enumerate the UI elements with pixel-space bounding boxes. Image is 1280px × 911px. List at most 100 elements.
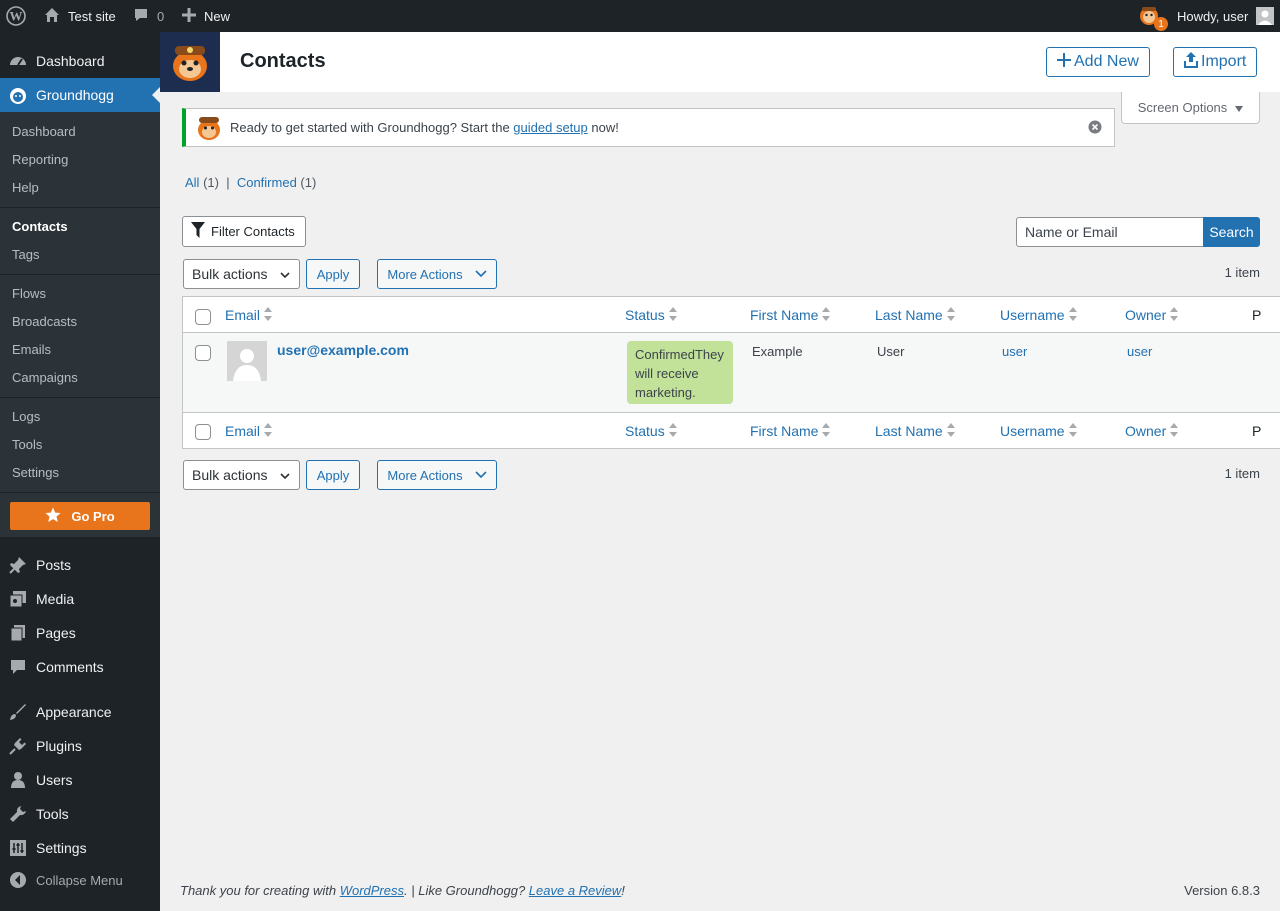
submenu-dashboard[interactable]: Dashboard: [12, 121, 76, 141]
notice-text: Ready to get started with Groundhogg? St…: [230, 120, 619, 135]
bulk-actions-label: Bulk actions: [192, 266, 268, 282]
menu-groundhogg[interactable]: Groundhogg: [0, 78, 160, 112]
username-link[interactable]: user: [1002, 344, 1027, 359]
more-actions-label: More Actions: [387, 467, 463, 483]
column-owner[interactable]: Owner: [1125, 297, 1179, 333]
submenu-divider: [0, 492, 160, 493]
menu-label: Pages: [36, 625, 76, 641]
menu-posts[interactable]: Posts: [0, 548, 160, 582]
column-owner[interactable]: Owner: [1125, 413, 1179, 448]
column-label: First Name: [750, 423, 819, 439]
menu-settings[interactable]: Settings: [0, 831, 160, 865]
submenu-emails[interactable]: Emails: [12, 339, 51, 359]
apply-button-bottom[interactable]: Apply: [306, 460, 360, 490]
submenu-broadcasts[interactable]: Broadcasts: [12, 311, 77, 331]
column-label: Status: [625, 423, 665, 439]
column-first-name[interactable]: First Name: [750, 297, 831, 333]
menu-label: Comments: [36, 659, 104, 675]
filter-contacts-button[interactable]: Filter Contacts: [182, 216, 306, 247]
submenu-flows[interactable]: Flows: [12, 283, 46, 303]
svg-text:W: W: [10, 9, 23, 24]
chevron-down-icon: [279, 268, 291, 284]
menu-label: Media: [36, 591, 75, 607]
collapse-menu[interactable]: Collapse Menu: [0, 863, 160, 897]
leave-review-link[interactable]: Leave a Review: [529, 883, 622, 898]
column-status[interactable]: Status: [625, 297, 677, 333]
comment-bubble-icon: [133, 7, 149, 26]
submenu-campaigns[interactable]: Campaigns: [12, 367, 78, 387]
plus-icon: [182, 7, 196, 25]
column-first-name[interactable]: First Name: [750, 413, 831, 448]
more-actions-button-bottom[interactable]: More Actions: [377, 460, 497, 490]
menu-plugins[interactable]: Plugins: [0, 729, 160, 763]
column-username[interactable]: Username: [1000, 413, 1077, 448]
menu-users[interactable]: Users: [0, 763, 160, 797]
column-username[interactable]: Username: [1000, 297, 1077, 333]
contacts-table: Email Status First Name Last Name Userna…: [182, 296, 1280, 449]
chevron-down-icon: [475, 468, 487, 483]
column-status[interactable]: Status: [625, 413, 677, 448]
account-menu[interactable]: Howdy, user: [1177, 0, 1275, 32]
submenu-contacts[interactable]: Contacts: [12, 216, 68, 236]
groundhogg-mascot-icon: [173, 46, 207, 81]
menu-comments[interactable]: Comments: [0, 650, 160, 684]
column-email[interactable]: Email: [225, 297, 273, 333]
column-last-name[interactable]: Last Name: [875, 413, 955, 448]
apply-button-top[interactable]: Apply: [306, 259, 360, 289]
view-all-link[interactable]: All: [185, 175, 199, 190]
groundhogg-icon: [0, 85, 36, 105]
submenu-help[interactable]: Help: [12, 177, 39, 197]
search-button[interactable]: Search: [1203, 217, 1260, 247]
pages-icon: [0, 624, 36, 642]
column-label: Username: [1000, 307, 1065, 323]
wordpress-link[interactable]: WordPress: [340, 883, 404, 898]
submenu-divider: [0, 397, 160, 398]
items-count-top: 1 item: [1224, 265, 1260, 280]
last-name-cell: User: [877, 344, 905, 359]
column-last-name[interactable]: Last Name: [875, 297, 955, 333]
page-title: Contacts: [240, 50, 326, 72]
comments-link[interactable]: 0: [133, 0, 164, 32]
column-label: Email: [225, 423, 261, 439]
search-input[interactable]: [1016, 217, 1204, 247]
owner-link[interactable]: user: [1127, 344, 1152, 359]
screen-options-toggle[interactable]: Screen Options: [1121, 92, 1260, 124]
go-pro-button[interactable]: Go Pro: [10, 502, 150, 530]
guided-setup-link[interactable]: guided setup: [513, 120, 587, 135]
bulk-actions-label: Bulk actions: [192, 467, 268, 483]
submenu-tools[interactable]: Tools: [12, 434, 42, 454]
sort-icon: [1068, 306, 1077, 324]
import-button[interactable]: Import: [1173, 47, 1258, 77]
add-new-button[interactable]: Add New: [1046, 47, 1150, 77]
submenu-logs[interactable]: Logs: [12, 406, 40, 426]
menu-appearance[interactable]: Appearance: [0, 695, 160, 729]
submenu-reporting[interactable]: Reporting: [12, 149, 68, 169]
view-confirmed-link[interactable]: Confirmed: [237, 175, 297, 190]
select-all-checkbox-bottom[interactable]: [195, 424, 211, 440]
submenu-settings[interactable]: Settings: [12, 462, 59, 482]
bulk-actions-select-bottom[interactable]: Bulk actions: [183, 460, 300, 490]
menu-media[interactable]: Media: [0, 582, 160, 616]
bulk-actions-select-top[interactable]: Bulk actions: [183, 259, 300, 289]
menu-pages[interactable]: Pages: [0, 616, 160, 650]
menu-dashboard[interactable]: Dashboard: [0, 44, 160, 78]
column-email[interactable]: Email: [225, 413, 273, 448]
menu-label: Plugins: [36, 738, 82, 754]
footer-version: Version 6.8.3: [1184, 883, 1260, 898]
groundhogg-notifications[interactable]: 1: [1138, 0, 1168, 32]
site-name-link[interactable]: Test site: [44, 0, 116, 32]
go-pro-label: Go Pro: [71, 508, 115, 524]
select-all-checkbox[interactable]: [195, 309, 211, 325]
submenu-tags[interactable]: Tags: [12, 244, 39, 264]
row-checkbox[interactable]: [195, 345, 211, 361]
dismiss-notice-icon[interactable]: [1088, 120, 1102, 137]
more-actions-button-top[interactable]: More Actions: [377, 259, 497, 289]
contact-email-link[interactable]: user@example.com: [277, 342, 409, 358]
column-label: Email: [225, 307, 261, 323]
new-content-link[interactable]: New: [182, 0, 230, 32]
column-truncated: P: [1252, 423, 1262, 439]
home-icon: [44, 7, 60, 26]
menu-tools[interactable]: Tools: [0, 797, 160, 831]
wordpress-logo-icon[interactable]: W: [6, 0, 28, 32]
column-label: Last Name: [875, 423, 943, 439]
